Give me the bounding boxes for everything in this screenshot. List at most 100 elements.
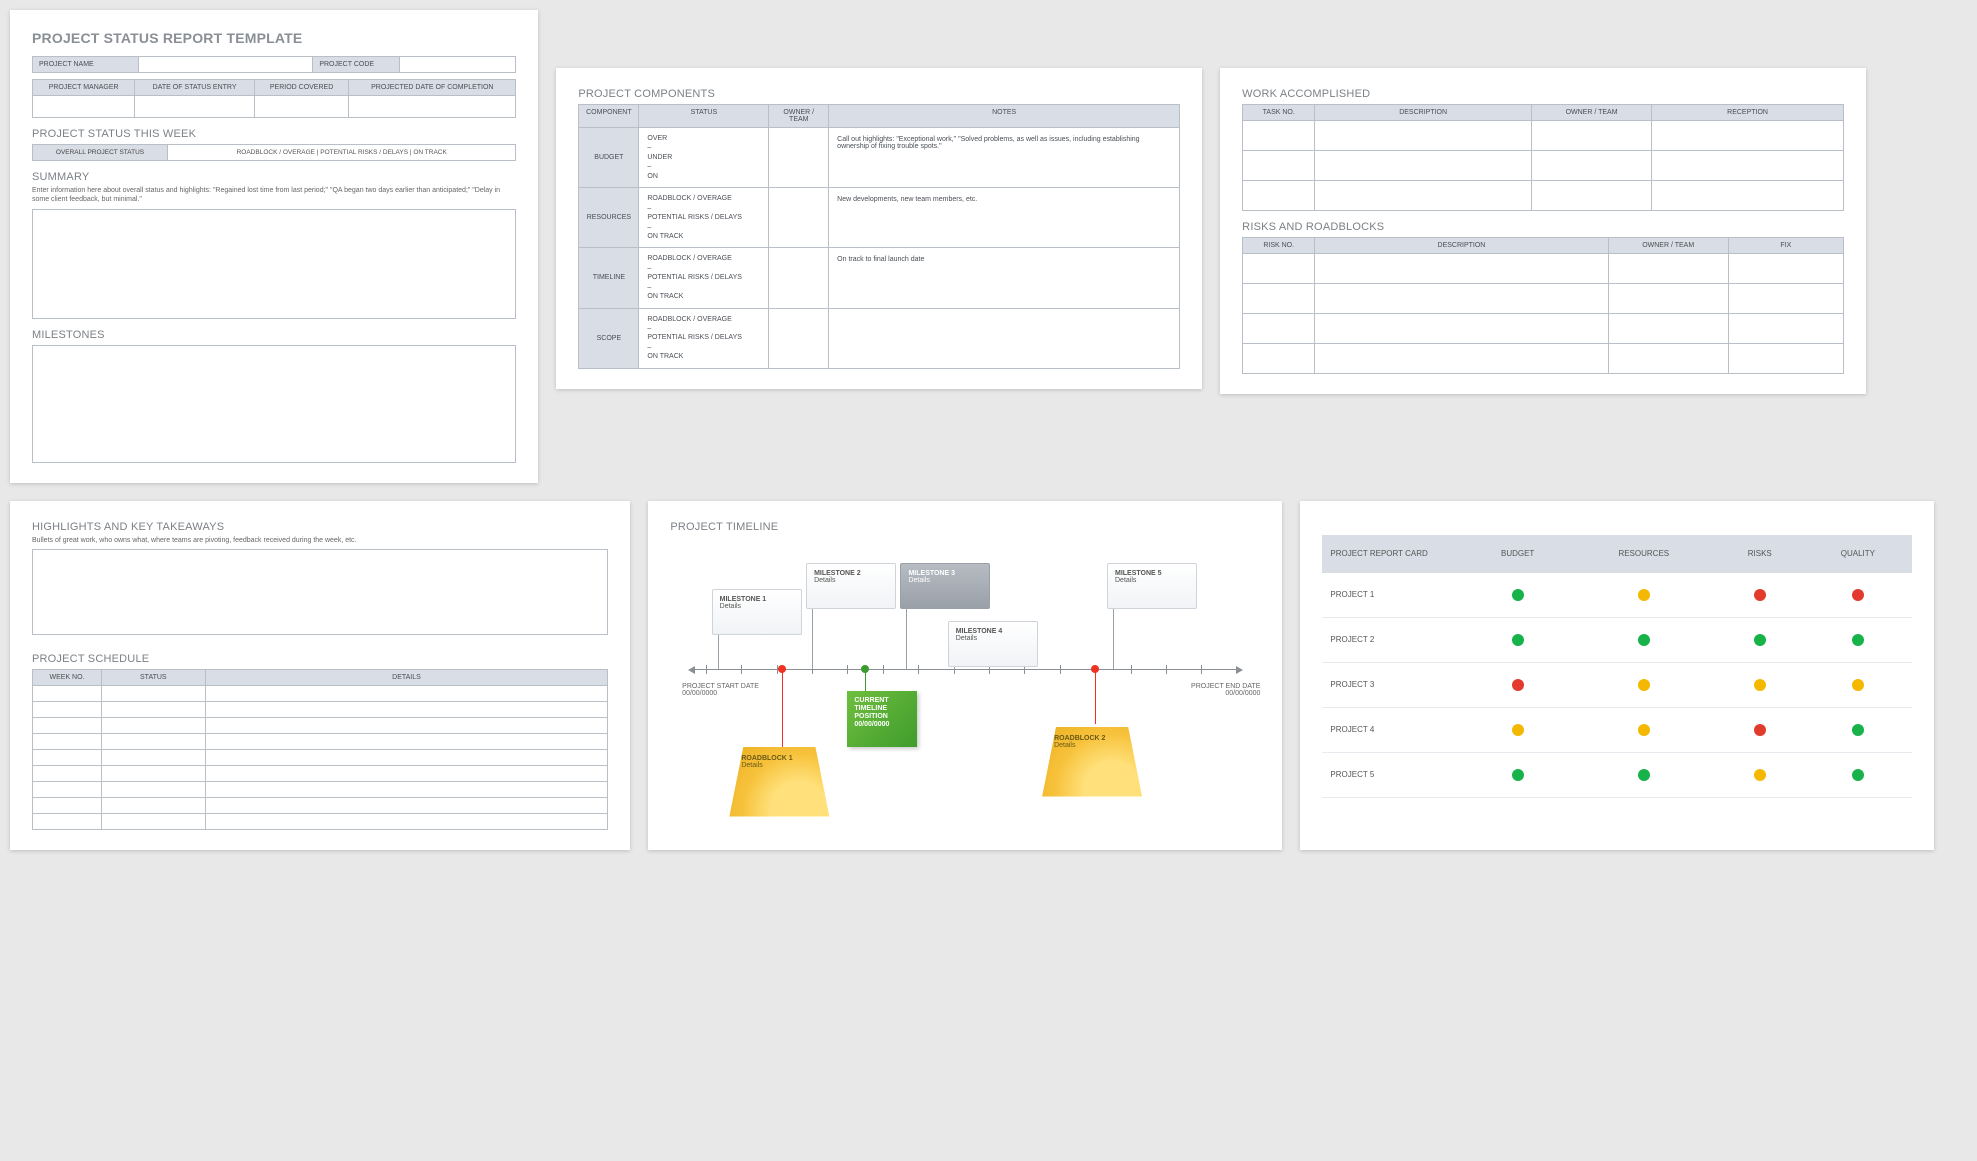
highlights-hint: Bullets of great work, who owns what, wh… xyxy=(32,537,608,546)
report-card-table: PROJECT REPORT CARD BUDGET RESOURCES RIS… xyxy=(1322,535,1912,798)
input-projected-completion[interactable] xyxy=(349,96,516,118)
status-green-icon xyxy=(1852,769,1864,781)
input-project-manager[interactable] xyxy=(33,96,135,118)
th-status: STATUS xyxy=(639,105,769,128)
table-row: TIMELINE ROADBLOCK / OVERAGE – POTENTIAL… xyxy=(579,248,1180,308)
tick-icon xyxy=(1166,665,1167,674)
status-red-icon xyxy=(1754,724,1766,736)
heading-highlights: HIGHLIGHTS AND KEY TAKEAWAYS xyxy=(32,521,608,533)
roadblock-sub: Details xyxy=(1054,742,1075,749)
leader-icon xyxy=(782,669,783,749)
table-row xyxy=(33,766,608,782)
page-title: PROJECT STATUS REPORT TEMPLATE xyxy=(32,30,516,46)
row-owner[interactable] xyxy=(769,248,829,308)
milestone-title: MILESTONE 4 xyxy=(956,628,1003,635)
table-row: BUDGET OVER – UNDER – ON Call out highli… xyxy=(579,128,1180,188)
page-project-components: PROJECT COMPONENTS COMPONENT STATUS OWNE… xyxy=(556,68,1202,389)
start-label: PROJECT START DATE xyxy=(682,683,759,690)
th-resources: RESOURCES xyxy=(1571,535,1716,573)
th-details: DETAILS xyxy=(205,670,608,686)
status-cell xyxy=(1803,707,1912,752)
page-report-card: PROJECT REPORT CARD BUDGET RESOURCES RIS… xyxy=(1300,501,1934,851)
status-cell xyxy=(1464,752,1571,797)
highlights-box[interactable] xyxy=(32,549,608,635)
status-green-icon xyxy=(1852,634,1864,646)
milestone-box: MILESTONE 2 Details xyxy=(806,563,896,609)
tick-icon xyxy=(1060,665,1061,674)
table-row xyxy=(1243,151,1844,181)
status-cell xyxy=(1803,662,1912,707)
table-row xyxy=(1243,121,1844,151)
tick-icon xyxy=(918,665,919,674)
roadblock-note: ROADBLOCK 1 Details xyxy=(729,747,829,817)
table-row xyxy=(1243,284,1844,314)
row-notes: Call out highlights: "Exceptional work,"… xyxy=(829,128,1180,188)
heading-timeline: PROJECT TIMELINE xyxy=(670,521,1260,533)
table-row xyxy=(33,718,608,734)
row-owner[interactable] xyxy=(769,188,829,248)
milestone-title: MILESTONE 5 xyxy=(1115,570,1162,577)
input-date-status-entry[interactable] xyxy=(135,96,255,118)
input-period-covered[interactable] xyxy=(254,96,348,118)
page-highlights-schedule: HIGHLIGHTS AND KEY TAKEAWAYS Bullets of … xyxy=(10,501,630,851)
status-cell xyxy=(1464,707,1571,752)
th-desc: DESCRIPTION xyxy=(1315,238,1608,254)
end-date: 00/00/0000 xyxy=(1225,690,1260,697)
status-cell xyxy=(1464,617,1571,662)
project-name: PROJECT 3 xyxy=(1322,662,1464,707)
leader-icon xyxy=(1113,609,1114,669)
milestone-title: MILESTONE 1 xyxy=(720,596,767,603)
status-cell xyxy=(1464,662,1571,707)
current-position-note: CURRENT TIMELINE POSITION 00/00/0000 xyxy=(847,691,917,747)
summary-box[interactable] xyxy=(32,209,516,319)
table-row xyxy=(1243,344,1844,374)
roadblock-note: ROADBLOCK 2 Details xyxy=(1042,727,1142,797)
row-owner[interactable] xyxy=(769,308,829,368)
input-project-name[interactable] xyxy=(139,57,313,73)
status-cell xyxy=(1571,617,1716,662)
end-label: PROJECT END DATE xyxy=(1191,683,1260,690)
milestones-box[interactable] xyxy=(32,345,516,463)
table-row: PROJECT 5 xyxy=(1322,752,1912,797)
table-row: PROJECT 3 xyxy=(1322,662,1912,707)
milestone-box: MILESTONE 5 Details xyxy=(1107,563,1197,609)
row-label: TIMELINE xyxy=(579,248,639,308)
th-reception: RECEPTION xyxy=(1652,105,1844,121)
th-owner: OWNER / TEAM xyxy=(1608,238,1728,254)
status-cell xyxy=(1571,662,1716,707)
tick-icon xyxy=(1131,665,1132,674)
timeline-axis xyxy=(694,669,1237,670)
status-yellow-icon xyxy=(1638,724,1650,736)
roadblock-sub: Details xyxy=(741,762,762,769)
status-green-icon xyxy=(1638,769,1650,781)
row-status: OVER – UNDER – ON xyxy=(639,128,769,188)
status-cell xyxy=(1716,752,1803,797)
table-row xyxy=(1243,314,1844,344)
input-project-code[interactable] xyxy=(400,57,516,73)
leader-icon xyxy=(812,609,813,669)
status-red-icon xyxy=(1512,679,1524,691)
milestone-box: MILESTONE 3 Details xyxy=(900,563,990,609)
milestone-sub: Details xyxy=(814,577,835,584)
table-row: PROJECT 1 xyxy=(1322,572,1912,617)
heading-risks: RISKS AND ROADBLOCKS xyxy=(1242,221,1844,233)
row-notes xyxy=(829,308,1180,368)
start-label-block: PROJECT START DATE 00/00/0000 xyxy=(682,683,772,697)
label-project-code: PROJECT CODE xyxy=(313,57,400,73)
table-row xyxy=(33,686,608,702)
th-report-card: PROJECT REPORT CARD xyxy=(1322,535,1464,573)
row-notes: On track to final launch date xyxy=(829,248,1180,308)
project-name: PROJECT 4 xyxy=(1322,707,1464,752)
label-project-name: PROJECT NAME xyxy=(33,57,139,73)
th-owner: OWNER / TEAM xyxy=(769,105,829,128)
row-owner[interactable] xyxy=(769,128,829,188)
schedule-table: WEEK NO. STATUS DETAILS xyxy=(32,669,608,830)
components-table: COMPONENT STATUS OWNER / TEAM NOTES BUDG… xyxy=(578,104,1180,369)
table-row: PROJECT 4 xyxy=(1322,707,1912,752)
table-row xyxy=(33,814,608,830)
table-row: SCOPE ROADBLOCK / OVERAGE – POTENTIAL RI… xyxy=(579,308,1180,368)
status-cell xyxy=(1716,662,1803,707)
table-row xyxy=(33,702,608,718)
th-risks: RISKS xyxy=(1716,535,1803,573)
milestone-sub: Details xyxy=(720,603,741,610)
